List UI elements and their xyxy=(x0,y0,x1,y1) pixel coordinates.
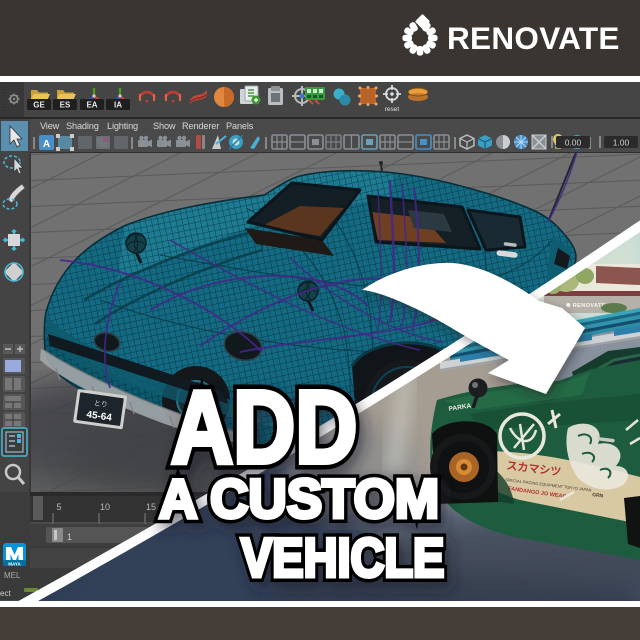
svg-text:VEHICLE: VEHICLE xyxy=(241,527,444,588)
svg-text:A CUSTOM: A CUSTOM xyxy=(159,469,439,530)
